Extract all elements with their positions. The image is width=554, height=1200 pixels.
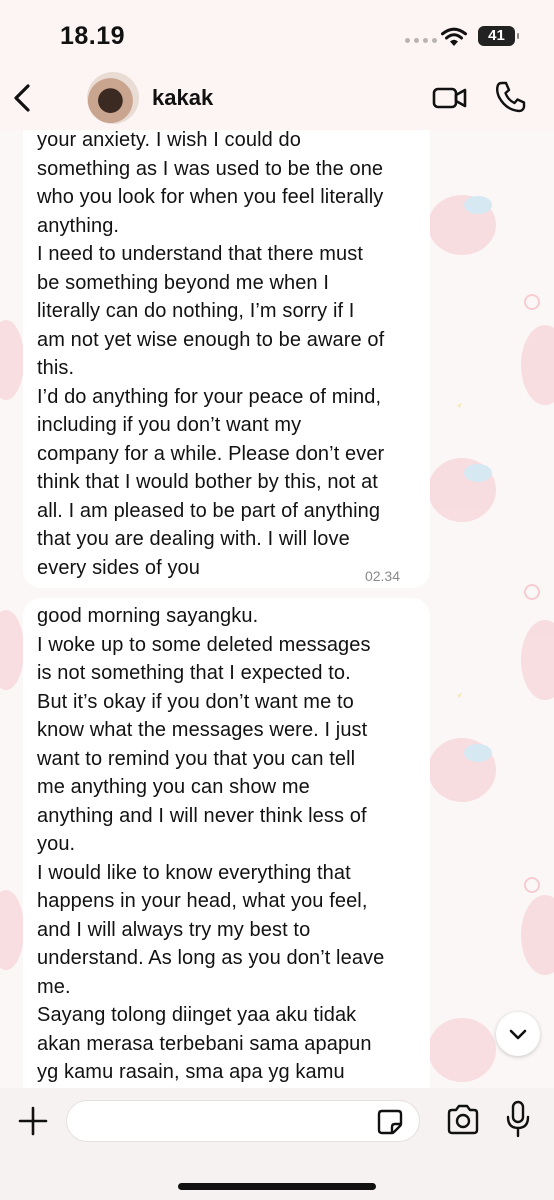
phone-icon — [496, 81, 526, 113]
camera-icon — [447, 1104, 479, 1135]
home-indicator[interactable] — [178, 1183, 376, 1190]
cellular-signal-icon — [405, 38, 437, 43]
status-time: 18.19 — [60, 22, 126, 50]
microphone-icon — [506, 1100, 530, 1138]
sticker-icon — [377, 1109, 403, 1135]
wifi-icon — [441, 27, 467, 46]
back-button[interactable] — [8, 80, 38, 116]
avatar[interactable] — [87, 72, 139, 124]
plus-icon — [18, 1106, 48, 1136]
camera-button[interactable] — [445, 1103, 481, 1137]
video-call-button[interactable] — [432, 83, 468, 113]
chat-header: kakak — [0, 68, 554, 130]
chat-thread[interactable]: your anxiety. I wish I could do somethin… — [0, 130, 554, 1088]
scroll-down-button[interactable] — [496, 1012, 540, 1056]
message-text: your anxiety. I wish I could do somethin… — [37, 130, 385, 579]
contact-name[interactable]: kakak — [152, 85, 213, 111]
message-input[interactable] — [66, 1100, 420, 1142]
message-text: good morning sayangku. I woke up to some… — [37, 605, 385, 1083]
status-bar: 18.19 41 — [0, 0, 554, 68]
message-time: 02.34 — [364, 568, 400, 584]
voice-call-button[interactable] — [494, 80, 526, 114]
chevron-down-icon — [509, 1029, 527, 1040]
battery-level: 41 — [488, 27, 505, 44]
chevron-left-icon — [14, 84, 30, 112]
video-camera-icon — [432, 87, 467, 109]
add-attachment-button[interactable] — [17, 1105, 49, 1137]
message-bubble[interactable]: your anxiety. I wish I could do somethin… — [23, 130, 430, 588]
battery-indicator: 41 — [478, 26, 519, 46]
message-bubble[interactable]: good morning sayangku. I woke up to some… — [23, 598, 430, 1088]
voice-message-button[interactable] — [505, 1100, 531, 1140]
sticker-button[interactable] — [376, 1108, 404, 1136]
